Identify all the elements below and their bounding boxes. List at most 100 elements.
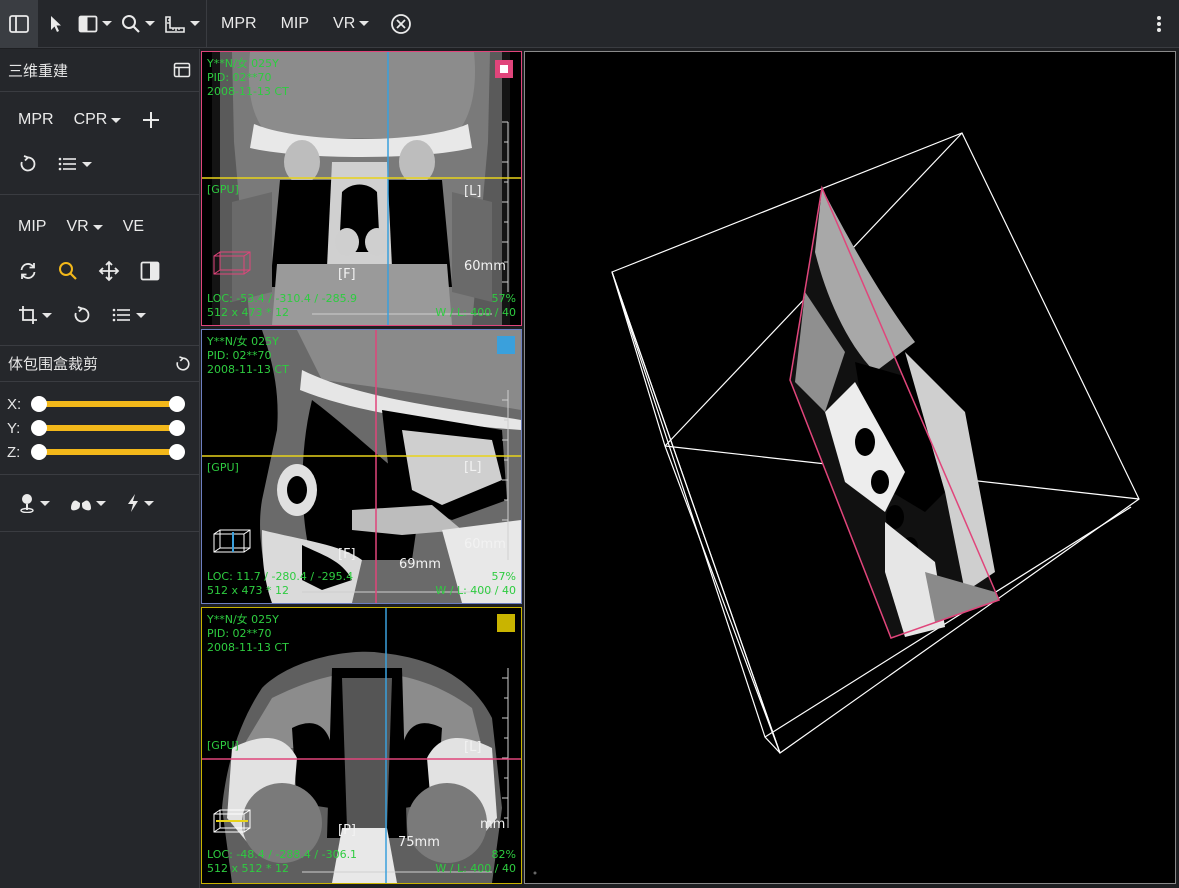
ve-button[interactable]: VE (113, 209, 154, 245)
chevron-down-icon (111, 117, 122, 123)
location-info: LOC: -48.4 / -288.4 / -306.1 512 x 512 *… (207, 848, 357, 876)
size-readout: 512 x 512 * 12 (207, 862, 289, 875)
patient-name: Y**N/女 025Y (207, 335, 279, 348)
gpu-label: [GPU] (207, 183, 239, 196)
display-info: 82% W / L: 400 / 40 (435, 848, 516, 876)
z-min-handle[interactable] (31, 444, 47, 460)
toolbar-divider (206, 0, 207, 48)
gpu-label: [GPU] (207, 739, 239, 752)
list-icon (112, 308, 130, 322)
y-min-handle[interactable] (31, 420, 47, 436)
sagittal-viewport[interactable]: Y**N/女 025Y PID: 02**70 2008-11-13 CT [G… (201, 329, 522, 604)
vr-menu-button[interactable]: VR (56, 209, 112, 245)
coronal-viewport[interactable]: Y**N/女 025Y PID: 02**70 2008-11-13 CT [G… (201, 51, 522, 326)
ruler-icon (165, 15, 185, 33)
orientation-bottom: [F] (338, 267, 356, 282)
zoom-menu-button[interactable] (116, 0, 160, 48)
location-info: LOC: -53.4 / -310.4 / -285.9 512 x 473 *… (207, 292, 357, 320)
z-label: Z: (7, 443, 21, 461)
close-circle-icon (391, 13, 412, 34)
window-level-button[interactable] (130, 253, 170, 289)
magnifier-icon (122, 14, 140, 33)
rotate-button[interactable] (8, 253, 48, 289)
crop-header: 体包围盒裁剪 (0, 346, 199, 382)
mpr-tools-row: MPR CPR (0, 98, 199, 142)
scale-label: 60mm (464, 259, 506, 274)
render-tools-row (0, 249, 199, 293)
vr-menu-button[interactable]: VR (321, 0, 381, 48)
z-max-handle[interactable] (169, 444, 185, 460)
loc-readout: LOC: -53.4 / -310.4 / -285.9 (207, 292, 358, 305)
mpr-section: MPR CPR (0, 92, 199, 195)
lungs-icon (71, 496, 91, 511)
panel-layout-icon[interactable] (173, 62, 191, 78)
z-range-slider[interactable] (31, 444, 185, 460)
crop-section: 体包围盒裁剪 X: Y: Z: (0, 346, 199, 475)
panel-header: 三维重建 (0, 49, 199, 92)
top-toolbar: MPR MIP VR (0, 0, 1179, 48)
x-slider-row: X: (0, 392, 199, 416)
chevron-down-icon (42, 312, 52, 318)
rotate-icon (20, 263, 36, 279)
lightning-icon (128, 494, 138, 512)
reset-icon[interactable] (175, 355, 191, 372)
y-label: Y: (7, 419, 21, 437)
reset-icon (74, 306, 90, 323)
more-options-button[interactable] (1149, 0, 1169, 48)
x-min-handle[interactable] (31, 396, 47, 412)
render-tools-row-2 (0, 293, 199, 337)
size-readout: 512 x 473 * 12 (207, 306, 289, 319)
add-button[interactable] (131, 102, 171, 138)
layout-menu-button[interactable] (74, 0, 116, 48)
list-menu-button[interactable] (48, 146, 102, 182)
pan-button[interactable] (88, 253, 130, 289)
x-range-slider[interactable] (31, 396, 185, 412)
app-root: MPR MIP VR 三维重建 MPR CPR MIP VR VE 体包围盒裁剪… (0, 0, 1179, 888)
vr-label: VR (66, 218, 89, 235)
display-info: 57% W / L: 400 / 40 (435, 292, 516, 320)
zoom-readout: 57% (491, 292, 516, 305)
y-max-handle[interactable] (169, 420, 185, 436)
y-range-slider[interactable] (31, 420, 185, 436)
list-icon (58, 157, 76, 171)
close-view-button[interactable] (381, 0, 421, 48)
patient-info: Y**N/女 025Y PID: 02**70 2008-11-13 CT (207, 57, 289, 99)
window-level-readout: W / L: 400 / 40 (435, 862, 516, 875)
patient-id: PID: 02**70 (207, 349, 272, 362)
loc-readout: LOC: 11.7 / -280.4 / -295.4 (207, 570, 354, 583)
scale-label: 60mm (464, 537, 506, 552)
3d-viewport[interactable] (524, 51, 1176, 884)
x-max-handle[interactable] (169, 396, 185, 412)
chevron-down-icon (136, 312, 146, 318)
display-info: 57% W / L: 400 / 40 (435, 570, 516, 598)
orientation-right: [L] (464, 184, 482, 199)
marker-menu-button[interactable] (8, 485, 60, 521)
zoom-readout: 82% (491, 848, 516, 861)
mip-button[interactable]: MIP (8, 209, 56, 245)
crop-menu-button[interactable] (8, 297, 62, 333)
move-arrows-icon (98, 260, 120, 282)
reset-button[interactable] (8, 146, 48, 182)
mpr-button[interactable]: MPR (209, 0, 269, 48)
list-menu-button[interactable] (102, 297, 156, 333)
pointer-tool-button[interactable] (38, 0, 74, 48)
lung-preset-menu-button[interactable] (60, 485, 116, 521)
cpr-menu-button[interactable]: CPR (64, 102, 132, 138)
patient-id: PID: 02**70 (207, 627, 272, 640)
magnifier-icon (59, 262, 77, 280)
sagittal-color-badge (497, 336, 515, 354)
gpu-label: [GPU] (207, 461, 239, 474)
axial-viewport[interactable]: Y**N/女 025Y PID: 02**70 2008-11-13 CT [G… (201, 607, 522, 884)
flash-preset-menu-button[interactable] (116, 485, 164, 521)
measure-menu-button[interactable] (160, 0, 204, 48)
orientation-bottom: [F] (338, 547, 356, 562)
zoom-button[interactable] (48, 253, 88, 289)
study-date: 2008-11-13 CT (207, 85, 289, 98)
study-date: 2008-11-13 CT (207, 641, 289, 654)
reset-view-button[interactable] (62, 297, 102, 333)
sidebar-toggle-button[interactable] (0, 0, 38, 48)
chevron-down-icon (144, 500, 154, 506)
orientation-right: [L] (464, 740, 482, 755)
mpr-button[interactable]: MPR (8, 102, 64, 138)
mip-button[interactable]: MIP (269, 0, 321, 48)
